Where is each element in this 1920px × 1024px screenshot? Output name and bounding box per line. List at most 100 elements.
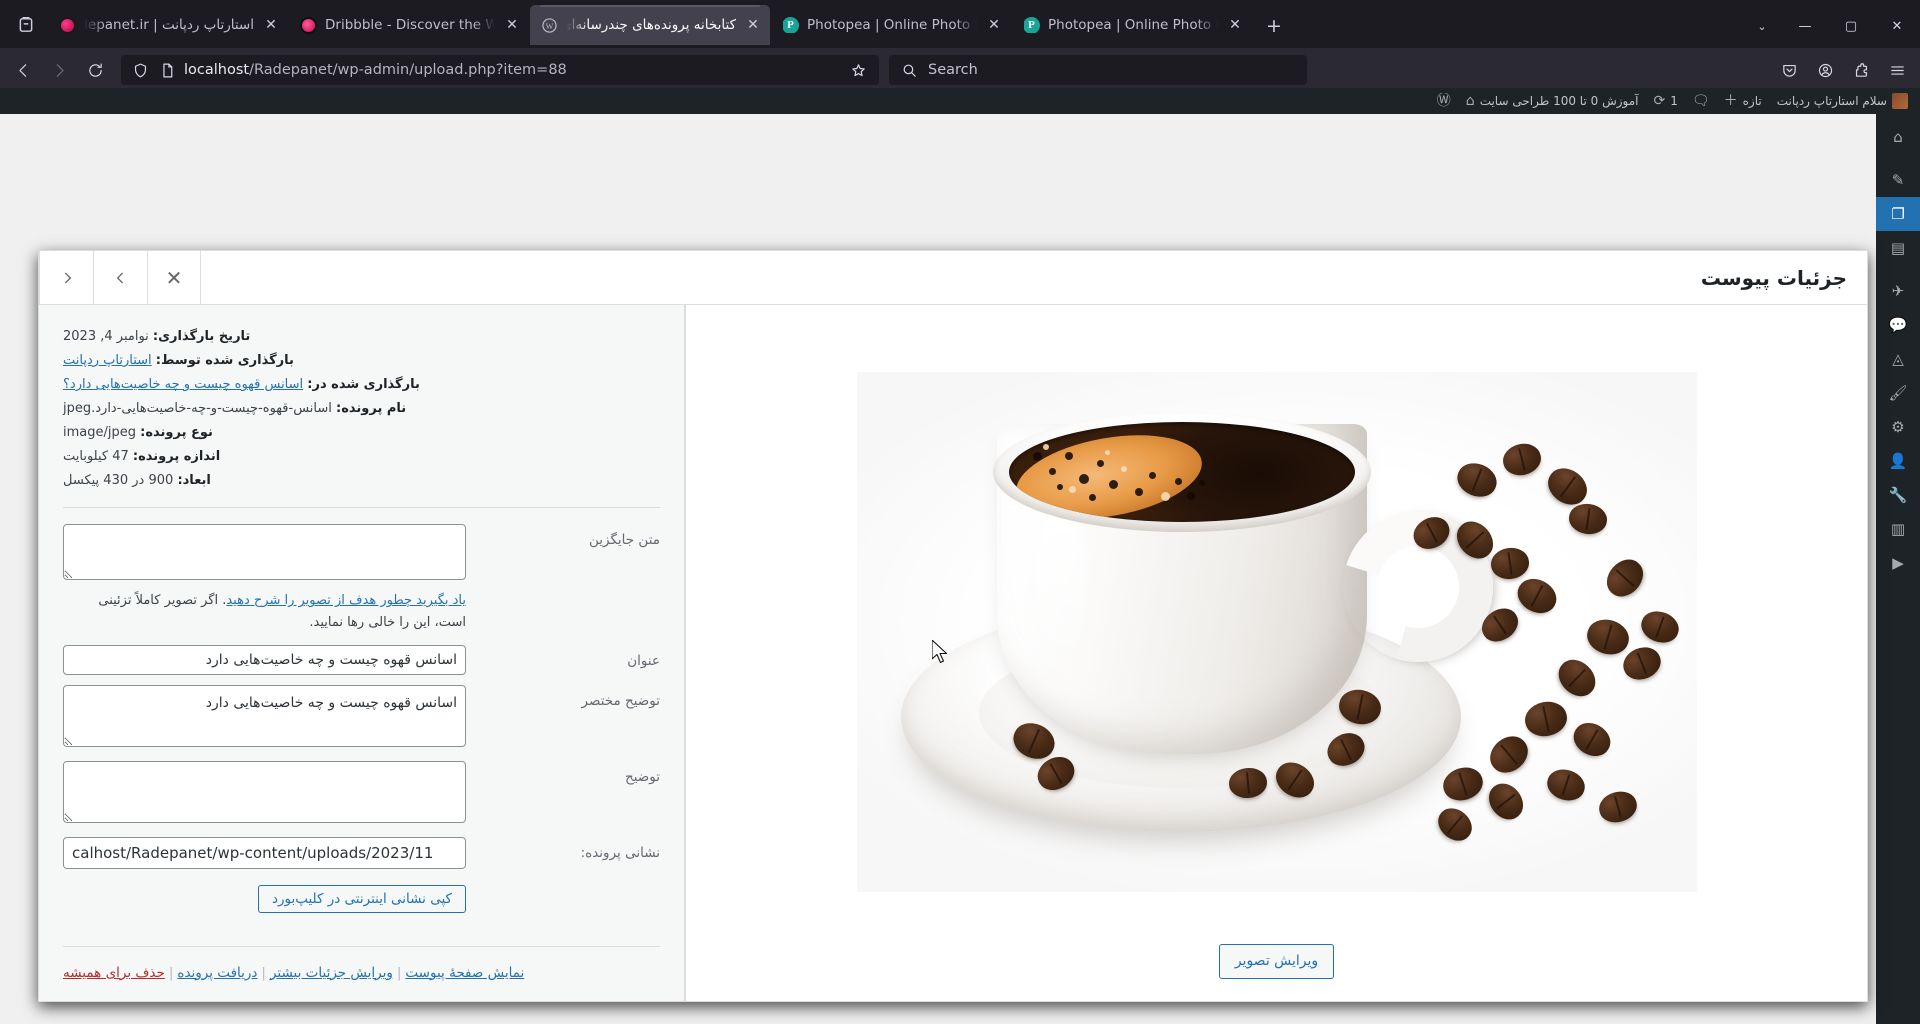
minimize-button[interactable]: —	[1782, 6, 1828, 46]
edit-image-button[interactable]: ویرایش تصویر	[1218, 944, 1335, 979]
coffee-bean	[1431, 801, 1478, 847]
download-file-link[interactable]: دریافت پرونده	[177, 965, 257, 981]
detail-upload-date: تاریخ بارگذاری: نوامبر 4, 2023	[63, 325, 660, 349]
caption-input[interactable]	[63, 684, 466, 747]
tab-title: Photopea | Online Photo Editor	[807, 17, 977, 33]
action-separator: |	[168, 964, 174, 981]
close-icon[interactable]: ✕	[262, 16, 280, 34]
close-icon[interactable]: ✕	[503, 16, 521, 34]
edit-image-row: ویرایش تصویر	[1218, 932, 1335, 979]
browser-tab[interactable]: استارتاپ ردپانت | Radepanet.ir ✕	[48, 5, 288, 45]
adminbar-site-name[interactable]: آموزش 0 تا 100 طراحی سایت ⌂	[1458, 88, 1647, 114]
sidebar-item-settings[interactable]: ▥	[1876, 512, 1920, 546]
chevron-right-icon[interactable]	[39, 251, 93, 304]
adminbar-wp-logo[interactable]: Ⓦ	[1430, 88, 1458, 114]
uploaded-by-link[interactable]: استارتاپ ردپانت	[63, 353, 152, 368]
modal-content: ویرایش تصویر تاریخ بارگذاری: نوامبر 4, 2…	[39, 305, 1867, 1001]
adminbar-greeting[interactable]: سلام استارتاپ ردپانت	[1769, 88, 1916, 114]
radepanet-favicon	[59, 16, 76, 34]
sidebar-item-posts[interactable]: ✎	[1876, 163, 1920, 197]
detail-file-size: اندازه پرونده: 47 کیلوبایت	[63, 445, 660, 469]
window-close-button[interactable]: ✕	[1874, 6, 1920, 46]
svg-text:W: W	[546, 21, 554, 30]
sidebar-item-comments[interactable]: 💬	[1876, 308, 1920, 342]
sidebar-item-users[interactable]: 👤	[1876, 444, 1920, 478]
sidebar-item-plugins[interactable]: ⚙	[1876, 410, 1920, 444]
new-tab-button[interactable]: +	[1257, 9, 1291, 43]
sidebar-item-elementor[interactable]: ◬	[1876, 342, 1920, 376]
photopea-favicon: P	[1023, 17, 1040, 34]
dashboard-icon: ⌂	[1893, 128, 1903, 146]
search-bar[interactable]: Search	[888, 54, 1308, 86]
star-icon[interactable]	[846, 58, 870, 82]
update-icon: ⟳	[1653, 93, 1666, 109]
shield-icon[interactable]	[130, 60, 150, 80]
alt-help-link[interactable]: یاد بگیرید چطور هدف از تصویر را شرح دهید	[226, 593, 466, 608]
sidebar-item-appearance[interactable]: 🖌	[1876, 376, 1920, 410]
tab-list-icon[interactable]: ⌄	[1742, 6, 1782, 46]
forward-arrow-icon[interactable]	[42, 53, 76, 87]
file-name-value: اسانس-قهوه-چیست-و-چه-خاصیت‌هایی-دارد.jpe…	[63, 401, 332, 417]
close-icon[interactable]: ✕	[985, 16, 1003, 34]
attachment-image	[856, 371, 1697, 892]
sidebar-item-templates[interactable]: ✈	[1876, 274, 1920, 308]
uploaded-to-link[interactable]: اسانس قهوه چیست و چه خاصیت‌هایی دارد؟	[63, 377, 303, 392]
url-bar[interactable]: localhost/Radepanet/wp-admin/upload.php?…	[120, 54, 880, 86]
coffee-bean	[1521, 697, 1570, 740]
title-label: عنوان	[627, 652, 660, 669]
adminbar-new-item[interactable]: تازه ＋	[1717, 88, 1769, 114]
file-type-value: image/jpeg	[63, 425, 136, 441]
reload-icon[interactable]	[78, 53, 112, 87]
sidebar-item-media-player[interactable]: ▶	[1876, 546, 1920, 580]
sidebar-item-media[interactable]: ❐	[1876, 197, 1920, 231]
delete-permanently-link[interactable]: حذف برای همیشه	[63, 965, 165, 981]
browser-tab[interactable]: P Photopea | Online Photo Editor ✕	[1012, 5, 1252, 45]
pocket-icon[interactable]	[1772, 53, 1806, 87]
sidebar-item-dashboard[interactable]: ⌂	[1876, 120, 1920, 154]
wordpress-favicon: W	[541, 17, 558, 34]
coffee-bean	[1566, 501, 1609, 536]
alt-text-help: یاد بگیرید چطور هدف از تصویر را شرح دهید…	[63, 590, 466, 634]
updates-count: 1	[1670, 94, 1678, 108]
browser-window: استارتاپ ردپانت | Radepanet.ir ✕ Dribbbl…	[0, 0, 1920, 1024]
extensions-icon[interactable]	[1844, 53, 1878, 87]
menu-icon[interactable]	[1880, 53, 1914, 87]
browser-tab[interactable]: Dribbble - Discover the World ✕	[289, 5, 529, 45]
sidebar-item-pages[interactable]: ▤	[1876, 231, 1920, 265]
tools-icon: 🔧	[1888, 486, 1908, 504]
view-attachment-page-link[interactable]: نمایش صفحهٔ پیوست	[405, 965, 524, 981]
file-url-input[interactable]	[63, 836, 466, 869]
url-text: localhost/Radepanet/wp-admin/upload.php?…	[184, 62, 567, 78]
title-setting: عنوان	[63, 644, 660, 675]
home-icon: ⌂	[1465, 93, 1475, 109]
alt-text-input[interactable]	[63, 524, 466, 581]
close-icon[interactable]: ✕	[1226, 16, 1244, 34]
firefox-view-button[interactable]	[4, 5, 48, 45]
coffee-bean	[1636, 605, 1683, 648]
caption-setting: توضیح مختصر	[63, 684, 660, 751]
close-icon[interactable]: ✕	[147, 251, 201, 304]
adminbar-comments[interactable]: 🗨	[1685, 88, 1717, 114]
description-input[interactable]	[63, 760, 466, 823]
edit-more-details-link[interactable]: ویرایش جزئیات بیشتر	[270, 965, 393, 981]
caption-label: توضیح مختصر	[581, 692, 660, 709]
users-icon: 👤	[1888, 452, 1908, 470]
copy-url-button[interactable]: کپی نشانی اینترنتی در کلیپ‌بورد	[257, 884, 466, 913]
title-input[interactable]	[63, 644, 466, 675]
wordpress-logo-icon: Ⓦ	[1436, 93, 1451, 109]
adminbar-updates[interactable]: 1 ⟳	[1646, 88, 1684, 114]
wp-admin-body: ⌂ ✎ ❐ ▤ ✈ 💬 ◬ 🖌 ⚙ 👤 🔧 ▥ ▶ ✕ جزئیات پیوست…	[0, 114, 1920, 1024]
maximize-button[interactable]: ▢	[1828, 6, 1874, 46]
browser-tab[interactable]: P Photopea | Online Photo Editor ✕	[771, 5, 1011, 45]
sidebar-item-tools[interactable]: 🔧	[1876, 478, 1920, 512]
chevron-left-icon[interactable]	[93, 251, 147, 304]
account-icon[interactable]	[1808, 53, 1842, 87]
settings-icon: ▥	[1890, 520, 1906, 538]
tab-title: Dribbble - Discover the World	[325, 17, 495, 33]
back-arrow-icon[interactable]	[6, 53, 40, 87]
browser-tab-active[interactable]: W کتابخانه پرونده‌های چندرسانه‌ای د آم ✕	[530, 5, 770, 45]
close-icon[interactable]: ✕	[744, 16, 762, 34]
dimensions-label: ابعاد:	[177, 473, 211, 489]
window-controls: ⌄ — ▢ ✕	[1742, 8, 1920, 48]
